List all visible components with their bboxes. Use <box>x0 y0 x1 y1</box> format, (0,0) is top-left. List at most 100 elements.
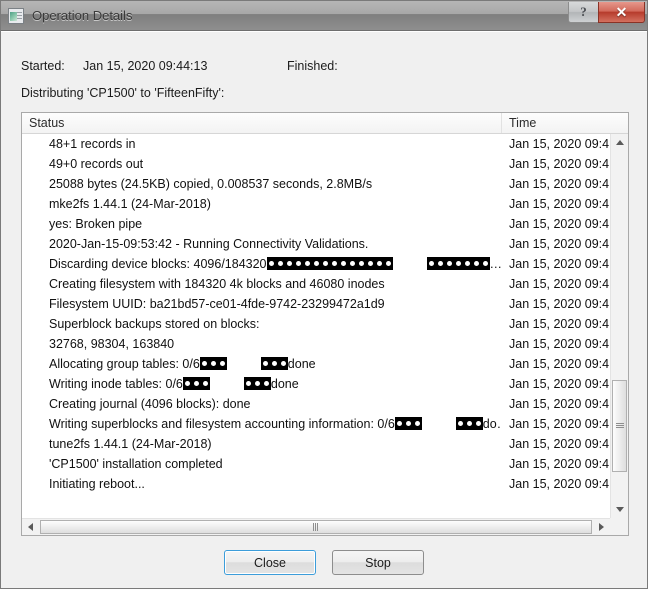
application-window-icon <box>8 7 24 24</box>
list-row[interactable]: 32768, 98304, 163840 Jan 15, 2020 09:4 <box>22 334 610 354</box>
unrenderable-glyph-icon <box>473 417 483 430</box>
unrenderable-glyph-icon <box>455 417 465 430</box>
unrenderable-glyph-icon <box>243 377 253 390</box>
cell-time: Jan 15, 2020 09:4 <box>509 337 610 351</box>
unrenderable-glyph-icon <box>464 417 474 430</box>
scroll-down-arrow-icon[interactable] <box>611 501 628 518</box>
list-row[interactable]: mke2fs 1.44.1 (24-Mar-2018) Jan 15, 2020 … <box>22 194 610 214</box>
unrenderable-glyph-icon <box>217 357 227 370</box>
cell-time: Jan 15, 2020 09:4 <box>509 237 610 251</box>
unrenderable-glyph-icon <box>275 257 285 270</box>
cell-time: Jan 15, 2020 09:4 <box>509 297 610 311</box>
list-row[interactable]: Filesystem UUID: ba21bd57-ce01-4fde-9742… <box>22 294 610 314</box>
list-row[interactable]: 2020-Jan-15-09:53:42 - Running Connectiv… <box>22 234 610 254</box>
cell-time: Jan 15, 2020 09:4 <box>509 137 610 151</box>
list-row[interactable]: Writing superblocks and filesystem accou… <box>22 414 610 434</box>
list-row[interactable]: Discarding device blocks: 4096/184320… Ja… <box>22 254 610 274</box>
cell-status: Superblock backups stored on blocks: <box>49 317 260 331</box>
started-label: Started: <box>21 59 65 73</box>
column-header-status[interactable]: Status <box>22 113 502 133</box>
list-row[interactable]: 48+1 records in Jan 15, 2020 09:4 <box>22 134 610 154</box>
horizontal-scrollbar[interactable] <box>22 518 610 535</box>
cell-status: 'CP1500' installation completed <box>49 457 223 471</box>
scrollbar-grip-icon <box>313 523 319 531</box>
scroll-right-arrow-icon[interactable] <box>593 519 610 535</box>
unrenderable-glyph-icon <box>200 377 210 390</box>
scroll-up-arrow-icon[interactable] <box>611 134 628 151</box>
cell-status: 49+0 records out <box>49 157 144 171</box>
list-row[interactable]: Creating filesystem with 184320 4k block… <box>22 274 610 294</box>
list-row[interactable]: 25088 bytes (24.5KB) copied, 0.008537 se… <box>22 174 610 194</box>
list-row[interactable]: 49+0 records out Jan 15, 2020 09:4 <box>22 154 610 174</box>
unrenderable-glyph-icon <box>426 257 436 270</box>
cell-status: yes: Broken pipe <box>49 217 143 231</box>
unrenderable-glyph-icon <box>261 377 271 390</box>
cell-time: Jan 15, 2020 09:4 <box>509 197 610 211</box>
cell-status: mke2fs 1.44.1 (24-Mar-2018) <box>49 197 211 211</box>
column-header-time[interactable]: Time <box>502 113 628 133</box>
title-bar[interactable]: Operation Details ? ✕ <box>1 1 647 31</box>
horizontal-scrollbar-thumb[interactable] <box>40 520 592 534</box>
distributing-text: Distributing 'CP1500' to 'FifteenFifty': <box>21 86 225 100</box>
unrenderable-glyph-icon <box>284 257 294 270</box>
unrenderable-glyph-icon <box>412 417 422 430</box>
cell-time: Jan 15, 2020 09:4 <box>509 277 610 291</box>
list-row[interactable]: tune2fs 1.44.1 (24-Mar-2018) Jan 15, 2020… <box>22 434 610 454</box>
cell-status: Creating journal (4096 blocks): done <box>49 397 251 411</box>
cell-status: 25088 bytes (24.5KB) copied, 0.008537 se… <box>49 177 373 191</box>
cell-time: Jan 15, 2020 09:4 <box>509 437 610 451</box>
list-row[interactable]: Writing inode tables: 0/6 done Jan 15, 202… <box>22 374 610 394</box>
cell-status: 48+1 records in <box>49 137 136 151</box>
unrenderable-glyph-icon <box>383 257 393 270</box>
cell-status: Writing superblocks and filesystem accou… <box>49 417 502 431</box>
unrenderable-glyph-icon <box>462 257 472 270</box>
unrenderable-glyph-icon <box>302 257 312 270</box>
dialog-button-bar: Close Stop <box>1 550 647 575</box>
cell-time: Jan 15, 2020 09:4 <box>509 457 610 471</box>
cell-time: Jan 15, 2020 09:4 <box>509 357 610 371</box>
list-row[interactable]: 'CP1500' installation completed Jan 15, 2… <box>22 454 610 474</box>
close-window-button[interactable]: ✕ <box>598 2 645 23</box>
list-row[interactable]: Initiating reboot... Jan 15, 2020 09:4 <box>22 474 610 494</box>
vertical-scrollbar[interactable] <box>610 134 628 518</box>
unrenderable-glyph-icon <box>252 377 262 390</box>
started-value: Jan 15, 2020 09:44:13 <box>83 59 208 73</box>
stop-button[interactable]: Stop <box>332 550 424 575</box>
cell-status: 2020-Jan-15-09:53:42 - Running Connectiv… <box>49 237 369 251</box>
status-list-view[interactable]: Status Time 48+1 records in Jan 15, 2020 … <box>21 112 629 536</box>
cell-time: Jan 15, 2020 09:4 <box>509 477 610 491</box>
cell-status: 32768, 98304, 163840 <box>49 337 175 351</box>
list-row[interactable]: yes: Broken pipe Jan 15, 2020 09:4 <box>22 214 610 234</box>
unrenderable-glyph-icon <box>356 257 366 270</box>
unrenderable-glyph-icon <box>453 257 463 270</box>
cell-time: Jan 15, 2020 09:4 <box>509 177 610 191</box>
unrenderable-glyph-icon <box>182 377 192 390</box>
unrenderable-glyph-icon <box>394 417 404 430</box>
list-row[interactable]: Superblock backups stored on blocks: Jan … <box>22 314 610 334</box>
cell-time: Jan 15, 2020 09:4 <box>509 397 610 411</box>
list-row[interactable]: Creating journal (4096 blocks): done Jan … <box>22 394 610 414</box>
unrenderable-glyph-icon <box>269 357 279 370</box>
help-button[interactable]: ? <box>568 2 598 23</box>
cell-status: Initiating reboot... <box>49 477 145 491</box>
finished-label: Finished: <box>287 59 338 73</box>
cell-time: Jan 15, 2020 09:4 <box>509 257 610 271</box>
scroll-left-arrow-icon[interactable] <box>22 519 39 535</box>
unrenderable-glyph-icon <box>374 257 384 270</box>
close-button[interactable]: Close <box>224 550 316 575</box>
unrenderable-glyph-icon <box>365 257 375 270</box>
unrenderable-glyph-icon <box>199 357 209 370</box>
unrenderable-glyph-icon <box>435 257 445 270</box>
cell-status: Discarding device blocks: 4096/184320… <box>49 257 502 271</box>
cell-status: Allocating group tables: 0/6 done <box>49 357 316 371</box>
cell-status: Filesystem UUID: ba21bd57-ce01-4fde-9742… <box>49 297 385 311</box>
unrenderable-glyph-icon <box>311 257 321 270</box>
caption-button-group: ? ✕ <box>568 2 645 23</box>
list-header-row: Status Time <box>22 113 628 134</box>
list-row[interactable]: Allocating group tables: 0/6 done Jan 15, … <box>22 354 610 374</box>
window-title: Operation Details <box>32 8 133 23</box>
cell-status: tune2fs 1.44.1 (24-Mar-2018) <box>49 437 212 451</box>
unrenderable-glyph-icon <box>403 417 413 430</box>
vertical-scrollbar-thumb[interactable] <box>612 380 627 472</box>
cell-time: Jan 15, 2020 09:4 <box>509 377 610 391</box>
